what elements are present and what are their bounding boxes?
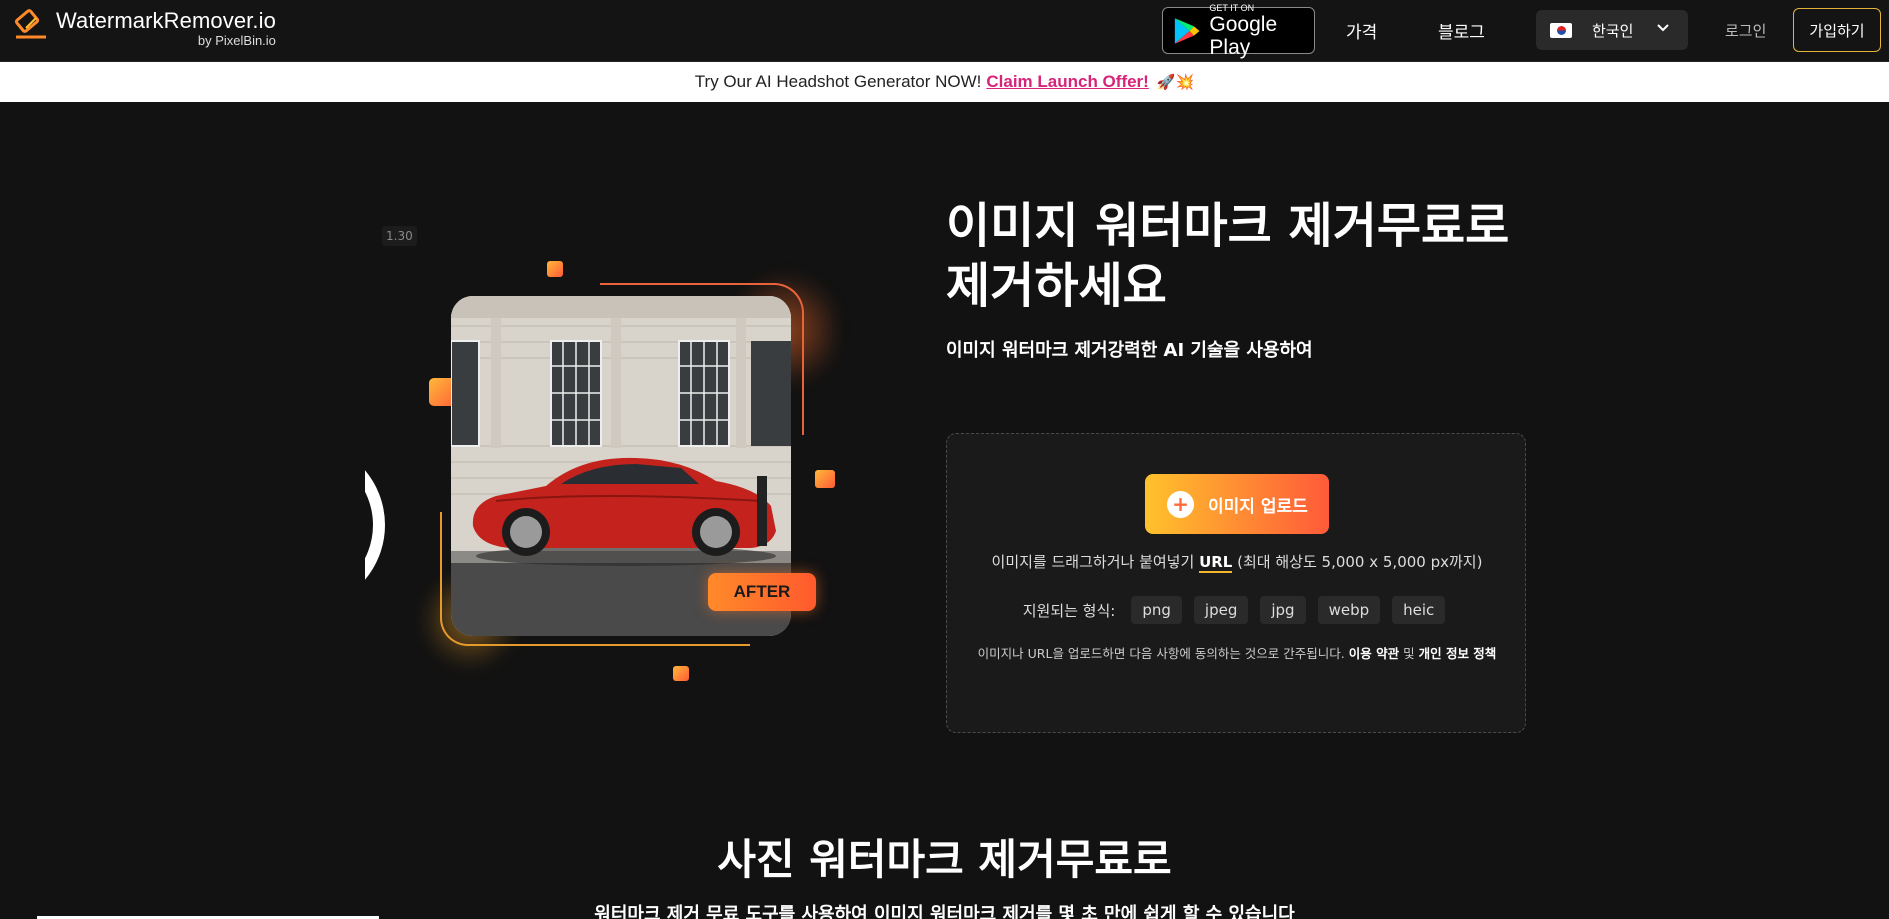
terms-notice: 이미지나 URL을 업로드하면 다음 사항에 동의하는 것으로 간주됩니다. 이… [977,640,1497,667]
section-title: 사진 워터마크 제거무료로 [717,835,1172,884]
decorative-square [815,470,835,488]
google-play-big-text: Google Play [1209,12,1278,59]
nav-pricing-link[interactable]: 가격 [1346,18,1377,43]
format-chip-png: png [1131,596,1182,624]
promo-emoji: 🚀💥 [1156,74,1195,91]
terms-of-use-link[interactable]: 이용 약관 [1349,646,1399,661]
format-chip-jpeg: jpeg [1193,596,1249,624]
hero-title: 이미지 워터마크 제거무료로 제거하세요 [946,198,1510,314]
login-link[interactable]: 로그인 [1725,20,1766,41]
format-chip-webp: webp [1317,596,1381,624]
format-chip-heic: heic [1392,596,1446,624]
promo-banner: Try Our AI Headshot Generator NOW! Claim… [0,62,1889,102]
claim-offer-link[interactable]: Claim Launch Offer! [986,72,1148,92]
google-play-icon [1174,17,1200,44]
upload-button-label: 이미지 업로드 [1208,496,1308,517]
drag-text: 이미지를 드래그하거나 붙여넣기 [991,553,1195,571]
drag-instructions: 이미지를 드래그하거나 붙여넣기 URL (최대 해상도 5,000 x 5,0… [947,551,1527,573]
formats-label: 지원되는 형식: [1022,601,1116,620]
plus-icon: + [1167,490,1194,518]
promo-text: Try Our AI Headshot Generator NOW! [694,72,982,91]
google-play-badge[interactable]: GET IT ON Google Play [1162,3,1315,59]
decorative-square [673,666,689,681]
terms-and-text: 및 [1403,646,1415,661]
eraser-logo-icon [14,9,46,39]
terms-text: 이미지나 URL을 업로드하면 다음 사항에 동의하는 것으로 간주됩니다. [977,646,1345,661]
language-label: 한국인 [1592,21,1634,40]
logo-title: WatermarkRemover.io [56,8,276,33]
decorative-square [547,261,563,277]
upload-image-button[interactable]: + 이미지 업로드 [1145,474,1329,534]
chevron-down-icon [1657,24,1669,32]
url-link[interactable]: URL [1199,553,1233,573]
resolution-text: (최대 해상도 5,000 x 5,000 px까지) [1237,553,1483,571]
upload-dropzone[interactable]: + 이미지 업로드 이미지를 드래그하거나 붙여넣기 URL (최대 해상도 5… [946,433,1526,733]
korea-flag-icon [1550,22,1572,38]
logo[interactable]: WatermarkRemover.io by PixelBin.io [12,8,276,48]
decorative-ring [365,440,401,610]
privacy-policy-link[interactable]: 개인 정보 정책 [1419,646,1497,661]
google-play-small-text: GET IT ON [1209,2,1255,13]
hero-subtitle: 이미지 워터마크 제거강력한 AI 기술을 사용하여 [946,340,1313,361]
version-badge: 1.30 [382,226,417,246]
language-selector[interactable]: 한국인 [1536,10,1688,50]
logo-subtitle: by PixelBin.io [197,33,276,48]
after-badge: AFTER [708,573,816,611]
supported-formats: 지원되는 형식: png jpeg jpg webp heic [947,596,1527,624]
nav-blog-link[interactable]: 블로그 [1438,18,1485,43]
signup-button[interactable]: 가입하기 [1793,8,1881,52]
format-chip-jpg: jpg [1260,596,1306,624]
top-navbar: WatermarkRemover.io by PixelBin.io GET I… [0,0,1889,62]
